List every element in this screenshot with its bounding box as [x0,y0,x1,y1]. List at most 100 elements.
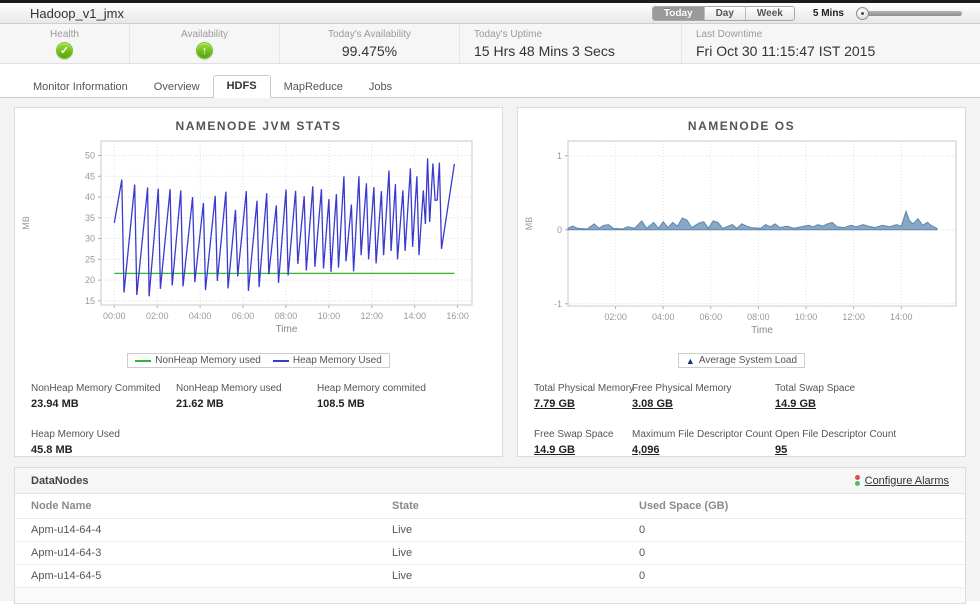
svg-text:Time: Time [276,324,298,335]
os-legend: ▲Average System Load [518,353,965,368]
metric-label: Heap Memory Used [31,429,176,440]
metric-value: 45.8 MB [31,444,73,456]
metric-total-physical-memory: Total Physical Memory 7.79 GB [534,383,632,412]
time-slider-handle[interactable] [856,7,869,20]
status-band: Health✓ Availability ↑ Today's Availability… [0,24,980,64]
toolbar: Hadoop_v1_jmx TodayDayWeek 5 Mins [0,3,980,24]
tab-mapreduce[interactable]: MapReduce [271,77,356,98]
jvm-chart: 152025303540455000:0002:0004:0006:0008:0… [15,133,502,352]
datanodes-panel: DataNodes Configure Alarms Node NameStat… [14,467,966,604]
metric-label: Free Physical Memory [632,383,775,394]
svg-text:04:00: 04:00 [652,312,675,322]
node-name-cell: Apm-u14-64-3 [15,542,376,565]
health-ok-icon[interactable]: ✓ [56,42,73,59]
svg-text:1: 1 [557,151,562,161]
used-space-cell: 0 [623,542,965,565]
jvm-stats-grid: NonHeap Memory Commited23.94 MBNonHeap M… [15,368,502,458]
svg-text:02:00: 02:00 [604,312,627,322]
svg-text:MB: MB [524,217,534,231]
legend-label: Average System Load [699,355,797,366]
node-name-cell: Apm-u14-64-5 [15,565,376,588]
datanodes-title: DataNodes [31,475,88,487]
svg-text:20: 20 [85,275,95,285]
status-cell-today-s-uptime: Today's Uptime15 Hrs 48 Mins 3 Secs [460,24,682,63]
svg-text:16:00: 16:00 [446,311,469,321]
svg-text:12:00: 12:00 [361,311,384,321]
svg-text:10:00: 10:00 [795,312,818,322]
metric-total-swap-space: Total Swap Space14.9 GB [775,383,949,412]
state-cell: Live [376,565,623,588]
jvm-chart-title: NAMENODE JVM STATS [15,119,502,133]
os-chart: -10102:0004:0006:0008:0010:0012:0014:00M… [518,133,965,352]
legend-label: NonHeap Memory used [155,355,261,366]
metric-value[interactable]: 95 [775,444,787,456]
traffic-light-icon [855,475,860,486]
status-label: Today's Uptime [474,29,667,40]
state-cell: Live [376,542,623,565]
time-slider[interactable] [858,11,962,16]
legend-label: Heap Memory Used [293,355,382,366]
tab-hdfs[interactable]: HDFS [213,75,271,98]
status-value: Fri Oct 30 11:15:47 IST 2015 [696,43,966,59]
configure-alarms-link[interactable]: Configure Alarms [855,475,949,487]
svg-text:02:00: 02:00 [146,311,169,321]
svg-text:0: 0 [557,225,562,235]
tab-jobs[interactable]: Jobs [356,77,405,98]
tab-bar: Monitor InformationOverviewHDFSMapReduce… [0,76,980,98]
used-space-cell: 0 [623,565,965,588]
status-label: Availability [181,29,228,40]
time-range-button-day[interactable]: Day [704,7,745,20]
svg-text:06:00: 06:00 [232,311,255,321]
time-range-button-group: TodayDayWeek [652,6,795,21]
svg-text:25: 25 [85,254,95,264]
svg-text:35: 35 [85,213,95,223]
legend-item-average-system-load[interactable]: ▲Average System Load [686,355,797,366]
status-cell-today-s-availability: Today's Availability99.475% [280,24,460,63]
metric-label: Maximum File Descriptor Count [632,429,775,440]
status-cell-health: Health✓ [0,24,130,63]
svg-text:14:00: 14:00 [890,312,913,322]
metric-label: Open File Descriptor Count [775,429,949,440]
legend-item-heap-memory-used[interactable]: Heap Memory Used [273,355,382,366]
metric-label: NonHeap Memory used [176,383,317,394]
availability-up-icon[interactable]: ↑ [196,42,213,59]
os-chart-title: NAMENODE OS [518,119,965,133]
metric-value[interactable]: 4,096 [632,444,660,456]
table-row: Apm-u14-64-4Live0 [15,519,965,542]
metric-label: Total Physical Memory [534,383,632,394]
metric-label: Heap Memory commited [317,383,486,394]
os-chart-svg: -10102:0004:0006:0008:0010:0012:0014:00M… [518,133,965,347]
svg-text:Time: Time [751,325,773,336]
tab-monitor-information[interactable]: Monitor Information [20,77,141,98]
metric-value[interactable]: 3.08 GB [632,398,673,410]
namenode-jvm-panel: NAMENODE JVM STATS 152025303540455000:00… [14,107,503,457]
status-cell-availability: Availability ↑ [130,24,280,63]
namenode-os-panel: NAMENODE OS -10102:0004:0006:0008:0010:0… [517,107,966,457]
column-header-state: State [376,494,623,519]
used-space-cell: 0 [623,519,965,542]
status-cell-last-downtime: Last Downtime Fri Oct 30 11:15:47 IST 201… [682,24,980,63]
metric-value[interactable]: 14.9 GB [775,398,816,410]
metric-value[interactable]: 14.9 GB [534,444,575,456]
metric-label: NonHeap Memory Commited [31,383,176,394]
svg-text:MB: MB [21,216,31,230]
jvm-legend-box: NonHeap Memory used Heap Memory Used [127,353,390,368]
svg-text:14:00: 14:00 [403,311,426,321]
metric-free-physical-memory: Free Physical Memory 3.08 GB [632,383,775,412]
time-range-button-week[interactable]: Week [745,7,794,20]
tab-overview[interactable]: Overview [141,77,213,98]
legend-item-nonheap-memory-used[interactable]: NonHeap Memory used [135,355,261,366]
table-row: Apm-u14-64-5Live0 [15,565,965,588]
status-value: 99.475% [342,43,397,59]
svg-text:50: 50 [85,151,95,161]
svg-text:08:00: 08:00 [747,312,770,322]
metric-value[interactable]: 7.79 GB [534,398,575,410]
jvm-chart-svg: 152025303540455000:0002:0004:0006:0008:0… [15,133,500,347]
time-range-button-today[interactable]: Today [653,7,704,20]
svg-text:08:00: 08:00 [275,311,298,321]
svg-text:06:00: 06:00 [700,312,723,322]
state-cell: Live [376,519,623,542]
status-label: Last Downtime [696,29,966,40]
svg-text:00:00: 00:00 [103,311,126,321]
legend-line-marker-icon [135,360,151,362]
